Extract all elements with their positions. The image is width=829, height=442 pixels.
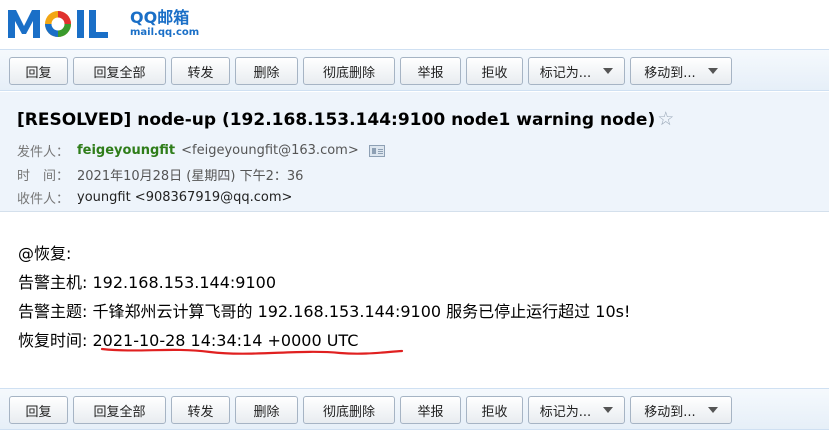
reject-label: 拒收 [481, 65, 508, 81]
mail-body: @恢复: 告警主机: 192.168.153.144:9100 告警主题: 千锋… [0, 213, 829, 388]
toolbar-bottom: 回复 回复全部 转发 删除 彻底删除 举报 拒收 标记为... 移动到... [0, 388, 829, 430]
reject-button-bottom[interactable]: 拒收 [466, 396, 523, 424]
reply-button[interactable]: 回复 [9, 57, 68, 85]
logo-cn: QQ邮箱 [130, 8, 190, 27]
contact-card-icon[interactable] [368, 144, 385, 157]
qq-mail-logo[interactable]: QQ邮箱 mail.qq.com [6, 4, 199, 44]
from-label: 发件人： [17, 145, 70, 160]
delete-permanently-label: 彻底删除 [322, 65, 375, 81]
time-label: 时 间： [17, 169, 70, 184]
to-row: 收件人： youngfit <908367919@qq.com> [17, 188, 292, 207]
delete-label: 删除 [253, 65, 280, 81]
delete-permanently-button[interactable]: 彻底删除 [303, 57, 395, 85]
time-value: 2021年10月28日 (星期四) 下午2：36 [77, 169, 304, 184]
sender-name[interactable]: feigeyoungfit [77, 143, 175, 158]
body-line-host: 告警主机: 192.168.153.144:9100 [18, 273, 277, 292]
reject-button[interactable]: 拒收 [466, 57, 523, 85]
recipient-value: youngfit <908367919@qq.com> [77, 190, 293, 205]
mark-as-dropdown-bottom[interactable]: 标记为... [528, 396, 625, 424]
mail-subject: [RESOLVED] node-up (192.168.153.144:9100… [17, 108, 674, 130]
delete-label: 删除 [253, 404, 280, 420]
chevron-down-icon [603, 68, 614, 74]
logo-text: QQ邮箱 mail.qq.com [130, 9, 199, 39]
chevron-down-icon [603, 407, 614, 413]
report-button-bottom[interactable]: 举报 [400, 396, 461, 424]
reply-button-bottom[interactable]: 回复 [9, 396, 68, 424]
chevron-down-icon [707, 407, 718, 413]
report-label: 举报 [417, 65, 444, 81]
delete-button[interactable]: 删除 [235, 57, 298, 85]
move-to-dropdown-bottom[interactable]: 移动到... [630, 396, 732, 424]
header: QQ邮箱 mail.qq.com [0, 0, 829, 50]
time-row: 时 间： 2021年10月28日 (星期四) 下午2：36 [17, 165, 303, 184]
toolbar-top: 回复 回复全部 转发 删除 彻底删除 举报 拒收 标记为... 移动到... [0, 49, 829, 91]
forward-button-bottom[interactable]: 转发 [171, 396, 230, 424]
mark-as-dropdown[interactable]: 标记为... [528, 57, 625, 85]
moil-logo-mark [6, 4, 124, 44]
reject-label: 拒收 [481, 404, 508, 420]
body-line-subject: 告警主题: 千锋郑州云计算飞哥的 192.168.153.144:9100 服务… [18, 302, 631, 321]
body-line-recovery: @恢复: [18, 244, 72, 263]
forward-label: 转发 [187, 65, 214, 81]
logo-url: mail.qq.com [130, 27, 200, 38]
forward-button[interactable]: 转发 [171, 57, 230, 85]
reply-label: 回复 [25, 65, 52, 81]
mail-header-panel: [RESOLVED] node-up (192.168.153.144:9100… [0, 92, 829, 212]
star-icon[interactable]: ☆ [657, 108, 674, 130]
report-button[interactable]: 举报 [400, 57, 461, 85]
move-to-label: 移动到... [644, 404, 696, 420]
reply-all-button[interactable]: 回复全部 [73, 57, 166, 85]
forward-label: 转发 [187, 404, 214, 420]
delete-permanently-label: 彻底删除 [322, 404, 375, 420]
sender-address: <feigeyoungfit@163.com> [181, 143, 359, 158]
delete-button-bottom[interactable]: 删除 [235, 396, 298, 424]
mark-as-label: 标记为... [539, 404, 592, 420]
red-underline-annotation [100, 347, 404, 355]
delete-permanently-button-bottom[interactable]: 彻底删除 [303, 396, 395, 424]
subject-text: [RESOLVED] node-up (192.168.153.144:9100… [17, 110, 656, 130]
reply-label: 回复 [25, 404, 52, 420]
to-label: 收件人： [17, 192, 70, 207]
reply-all-button-bottom[interactable]: 回复全部 [73, 396, 166, 424]
reply-all-label: 回复全部 [93, 65, 146, 81]
mark-as-label: 标记为... [539, 65, 592, 81]
from-row: 发件人： feigeyoungfit <feigeyoungfit@163.co… [17, 141, 385, 160]
report-label: 举报 [417, 404, 444, 420]
reply-all-label: 回复全部 [93, 404, 146, 420]
chevron-down-icon [707, 68, 718, 74]
move-to-dropdown[interactable]: 移动到... [630, 57, 732, 85]
move-to-label: 移动到... [644, 65, 696, 81]
